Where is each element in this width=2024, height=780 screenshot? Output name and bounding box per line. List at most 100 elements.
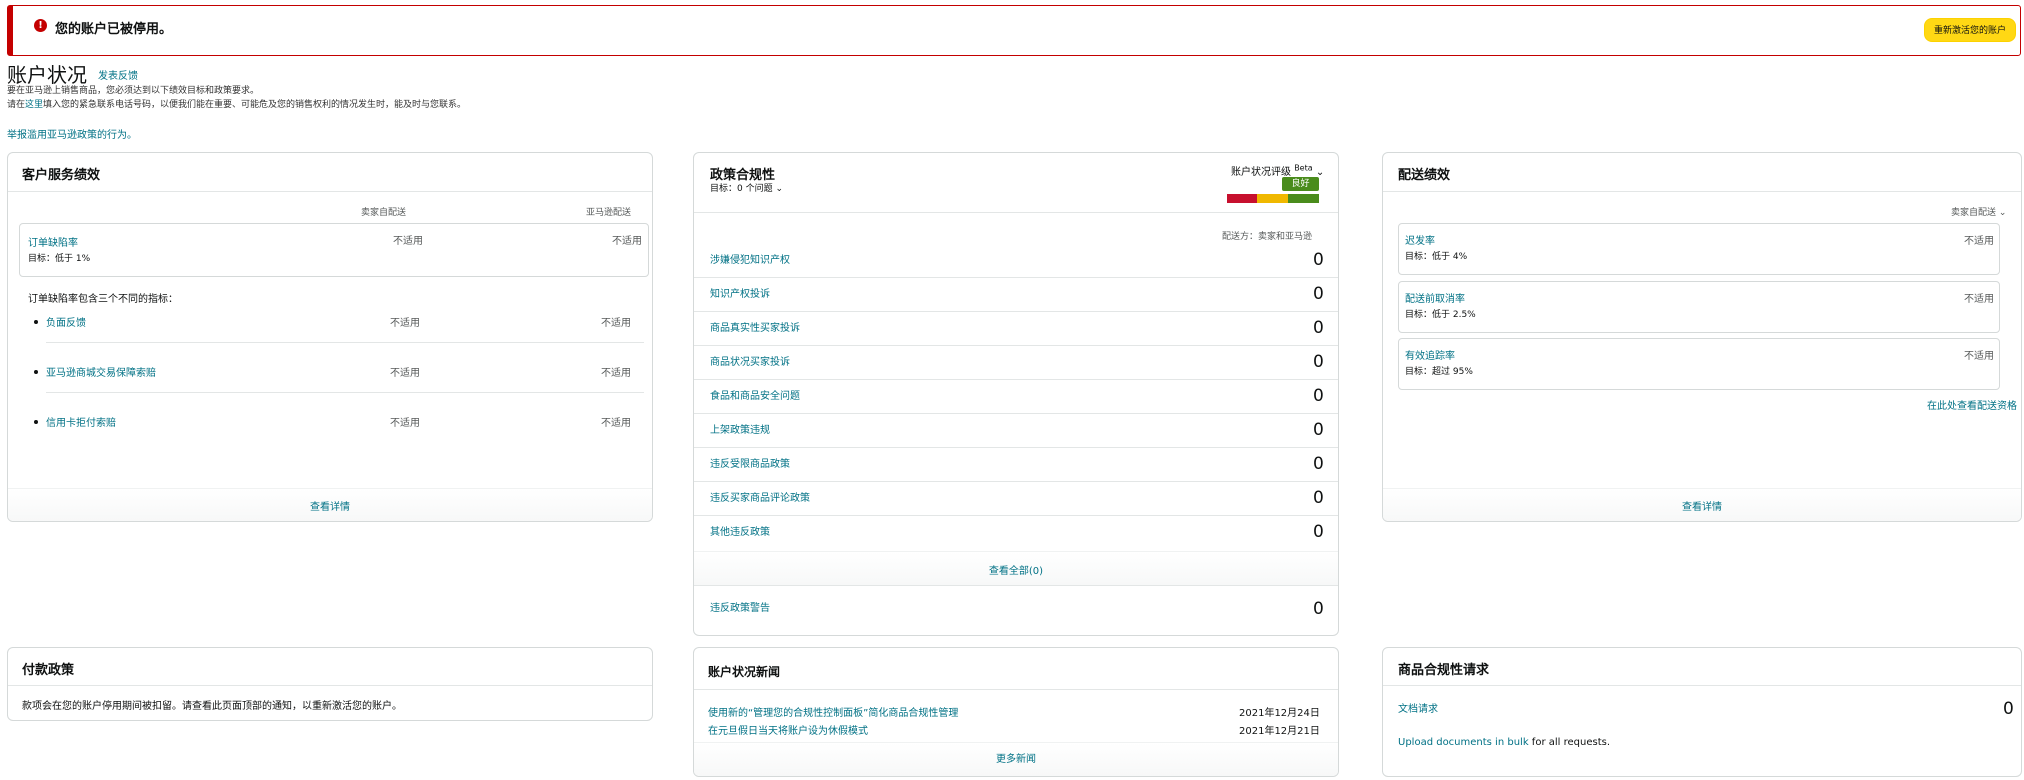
divider xyxy=(694,515,1338,516)
health-bar-bad xyxy=(1227,194,1258,203)
upload-documents-link[interactable]: Upload documents in bulk xyxy=(1398,737,1529,748)
intro-text: 要在亚马逊上销售商品，您必须达到以下绩效目标和政策要求。 xyxy=(7,86,260,96)
account-deactivated-alert: ! 您的账户已被停用。 重新激活您的账户 xyxy=(7,5,2021,56)
alert-icon: ! xyxy=(34,19,47,32)
more-news-link[interactable]: 更多新闻 xyxy=(694,750,1338,765)
shipping-eligibility-link[interactable]: 在此处查看配送资格 xyxy=(1927,397,2017,412)
divider xyxy=(46,392,644,393)
emergency-contact-text: 请在这里填入您的紧急联系电话号码，以便我们能在重要、可能危及您的销售权利的情况发… xyxy=(7,97,466,110)
divider xyxy=(8,685,652,686)
tracking-rate-link[interactable]: 有效追踪率 xyxy=(1405,347,1455,362)
odr-seller-value: 不适用 xyxy=(393,236,423,247)
policy-row-listing[interactable]: 上架政策违规 xyxy=(710,421,770,436)
divider xyxy=(694,311,1338,312)
bullet xyxy=(34,370,38,374)
policy-row-value: 0 xyxy=(1313,352,1324,372)
cancel-rate-target: 目标：低于 2.5% xyxy=(1405,310,1476,320)
reactivate-account-button[interactable]: 重新激活您的账户 xyxy=(1923,18,2016,42)
customer-service-view-details[interactable]: 查看详情 xyxy=(8,498,652,513)
chargeback-claims-link[interactable]: 信用卡拒付索赔 xyxy=(46,414,116,429)
negative-feedback-link[interactable]: 负面反馈 xyxy=(46,314,86,329)
policy-row-value: 0 xyxy=(1313,284,1324,304)
late-shipment-box: 迟发率 目标：低于 4% 不适用 xyxy=(1398,223,2000,275)
negative-feedback-seller: 不适用 xyxy=(390,318,420,329)
policy-row-ip-suspected[interactable]: 涉嫌侵犯知识产权 xyxy=(710,251,790,266)
policy-row-authenticity[interactable]: 商品真实性买家投诉 xyxy=(710,319,800,334)
document-requests-value: 0 xyxy=(2003,699,2014,719)
health-bar-fair xyxy=(1257,194,1288,203)
policy-warnings-link[interactable]: 违反政策警告 xyxy=(710,599,770,614)
upload-suffix: for all requests. xyxy=(1528,737,1610,748)
policy-row-value: 0 xyxy=(1313,420,1324,440)
divider xyxy=(1383,685,2021,686)
health-status-badge: 良好 xyxy=(1282,177,1319,191)
fulfillment-filter-label: 卖家自配送 xyxy=(1951,208,1997,218)
policy-row-value: 0 xyxy=(1313,386,1324,406)
fulfilled-by-label: 配送方：卖家和亚马逊 xyxy=(1222,232,1313,242)
news-item-date: 2021年12月21日 xyxy=(1239,726,1320,737)
divider xyxy=(1383,191,2021,192)
odr-amazon-value: 不适用 xyxy=(612,236,642,247)
chevron-down-icon: ⌄ xyxy=(775,184,784,194)
divider xyxy=(694,413,1338,414)
upload-documents-text: Upload documents in bulk for all request… xyxy=(1398,737,1610,748)
policy-row-ip-complaints[interactable]: 知识产权投诉 xyxy=(710,285,770,300)
account-news-title: 账户状况新闻 xyxy=(708,665,781,679)
policy-compliance-card: 政策合规性 目标：0 个问题 ⌄ 账户状况评级 Beta ⌄ 配送方：卖家和亚马… xyxy=(693,152,1339,636)
col-amazon-fulfilled: 亚马逊配送 xyxy=(586,208,632,218)
cancel-rate-value: 不适用 xyxy=(1964,294,1994,305)
product-compliance-title: 商品合规性请求 xyxy=(1398,663,1490,678)
policy-row-condition[interactable]: 商品状况买家投诉 xyxy=(710,353,790,368)
chargeback-seller: 不适用 xyxy=(390,418,420,429)
shipping-performance-card: 配送绩效 卖家自配送 ⌄ 迟发率 目标：低于 4% 不适用 配送前取消率 目标：… xyxy=(1382,152,2022,522)
col-seller-fulfilled: 卖家自配送 xyxy=(361,208,407,218)
news-item-link[interactable]: 使用新的“管理您的合规性控制面板”简化商品合规性管理 xyxy=(708,704,958,719)
policy-row-value: 0 xyxy=(1313,522,1324,542)
odr-sub-intro: 订单缺陷率包含三个不同的指标： xyxy=(28,294,178,305)
emergency-contact-link[interactable]: 这里 xyxy=(25,100,43,110)
policy-row-value: 0 xyxy=(1313,250,1324,270)
divider xyxy=(694,379,1338,380)
bullet xyxy=(34,320,38,324)
report-abuse-link[interactable]: 举报滥用亚马逊政策的行为。 xyxy=(7,126,137,141)
late-shipment-target: 目标：低于 4% xyxy=(1405,252,1468,262)
a-to-z-seller: 不适用 xyxy=(390,368,420,379)
news-item-link[interactable]: 在元旦假日当天将账户设为休假模式 xyxy=(708,722,868,737)
divider xyxy=(694,277,1338,278)
divider xyxy=(46,342,644,343)
tracking-rate-target: 目标：超过 95% xyxy=(1405,367,1473,377)
cancel-rate-link[interactable]: 配送前取消率 xyxy=(1405,290,1465,305)
intro-prefix: 请在 xyxy=(7,100,26,110)
customer-service-title: 客户服务绩效 xyxy=(22,168,101,183)
policy-row-food-safety[interactable]: 食品和商品安全问题 xyxy=(710,387,800,402)
policy-row-value: 0 xyxy=(1313,318,1324,338)
late-shipment-value: 不适用 xyxy=(1964,236,1994,247)
feedback-link[interactable]: 发表反馈 xyxy=(98,67,138,82)
chevron-down-icon: ⌄ xyxy=(1998,208,2007,218)
late-shipment-link[interactable]: 迟发率 xyxy=(1405,232,1435,247)
negative-feedback-amazon: 不适用 xyxy=(601,318,631,329)
odr-link[interactable]: 订单缺陷率 xyxy=(28,234,78,249)
policy-view-all-link[interactable]: 查看全部(0) xyxy=(694,562,1338,577)
divider xyxy=(694,447,1338,448)
policy-row-reviews[interactable]: 违反买家商品评论政策 xyxy=(710,489,810,504)
payment-policy-text: 款项会在您的账户停用期间被扣留。请查看此页面顶部的通知，以重新激活您的账户。 xyxy=(22,701,402,712)
tracking-rate-box: 有效追踪率 目标：超过 95% 不适用 xyxy=(1398,338,2000,390)
divider xyxy=(694,689,1338,690)
policy-row-restricted[interactable]: 违反受限商品政策 xyxy=(710,455,790,470)
divider xyxy=(694,585,1338,586)
a-to-z-claims-link[interactable]: 亚马逊商城交易保障索赔 xyxy=(46,364,156,379)
policy-target[interactable]: 目标：0 个问题 ⌄ xyxy=(710,181,783,194)
policy-row-other[interactable]: 其他违反政策 xyxy=(710,523,770,538)
fulfillment-filter[interactable]: 卖家自配送 ⌄ xyxy=(1951,205,2006,218)
policy-target-text: 目标：0 个问题 xyxy=(710,184,773,194)
news-item-date: 2021年12月24日 xyxy=(1239,708,1320,719)
document-requests-link[interactable]: 文档请求 xyxy=(1398,700,1438,715)
customer-service-card: 客户服务绩效 卖家自配送 亚马逊配送 订单缺陷率 目标：低于 1% 不适用 不适… xyxy=(7,152,653,522)
shipping-view-details[interactable]: 查看详情 xyxy=(1383,498,2021,513)
divider xyxy=(694,345,1338,346)
odr-box: 订单缺陷率 目标：低于 1% 不适用 不适用 xyxy=(19,223,649,277)
policy-row-value: 0 xyxy=(1313,488,1324,508)
bullet xyxy=(34,420,38,424)
account-health-rating[interactable]: 账户状况评级 Beta ⌄ xyxy=(1231,163,1324,178)
